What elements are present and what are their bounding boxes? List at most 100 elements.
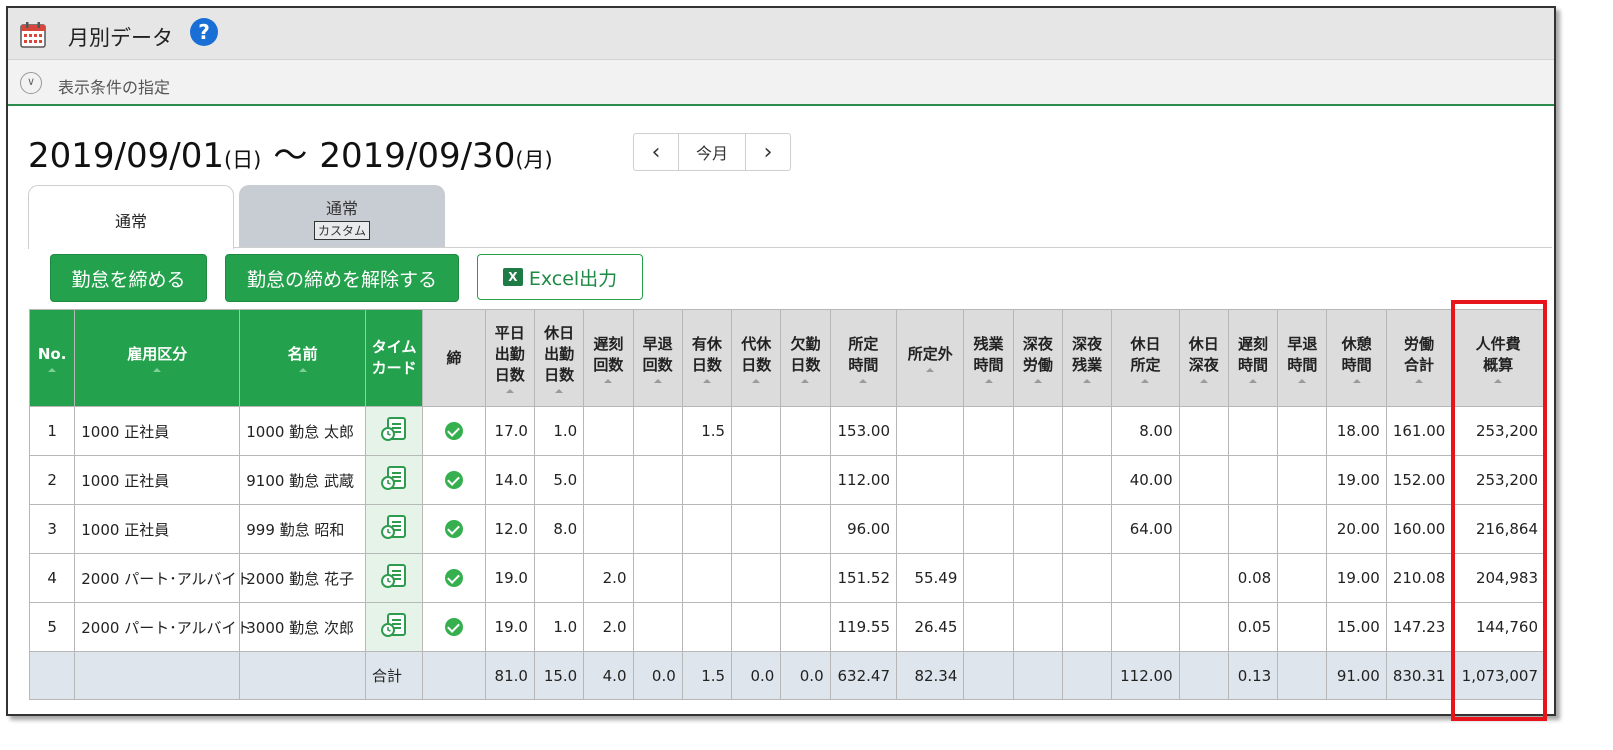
app-window: 月別データ ? ∨ 表示条件の指定 2019/09/01(日) ～ 2019/09/… — [6, 6, 1556, 721]
timecard-cell[interactable] — [364, 504, 424, 554]
table-cell — [1012, 455, 1063, 505]
column-header[interactable]: 休日 出勤 日数 — [533, 309, 585, 407]
column-header[interactable]: 早退 回数 — [632, 309, 683, 407]
table-cell: 19.00 — [1326, 455, 1387, 505]
total-cell — [422, 651, 486, 700]
table-row[interactable]: 2 1000 正社員 9100 勤怠 武蔵 14.0 5.0 112.00 40.00 19.… — [28, 455, 1545, 505]
column-header[interactable]: 遅刻 時間 — [1227, 309, 1279, 407]
current-month-button[interactable]: 今月 — [678, 134, 746, 170]
sort-arrow-icon[interactable] — [752, 378, 761, 383]
sort-arrow-icon[interactable] — [505, 389, 514, 393]
sort-arrow-icon[interactable] — [702, 378, 711, 383]
column-header[interactable]: No. — [28, 309, 76, 407]
timecard-icon[interactable] — [381, 465, 407, 495]
next-month-button[interactable]: › — [746, 134, 790, 170]
unclose-attendance-button[interactable]: 勤怠の締めを解除する — [225, 254, 459, 302]
timecard-icon[interactable] — [381, 612, 407, 642]
column-header[interactable]: 欠勤 日数 — [780, 309, 831, 407]
sort-arrow-icon[interactable] — [153, 368, 162, 372]
table-cell — [1012, 602, 1063, 652]
table-cell: 19.0 — [484, 553, 535, 603]
sort-arrow-icon[interactable] — [984, 378, 993, 383]
table-cell — [1178, 602, 1229, 652]
table-cell: 1000 正社員 — [74, 455, 241, 505]
total-cell: 0.13 — [1227, 651, 1279, 700]
sort-arrow-icon[interactable] — [1249, 378, 1258, 383]
column-header-label: 遅刻 回数 — [593, 334, 624, 374]
table-cell — [1178, 504, 1229, 554]
column-header[interactable]: 有休 日数 — [681, 309, 733, 407]
closed-status-cell — [422, 504, 486, 554]
sort-arrow-icon[interactable] — [653, 378, 662, 383]
column-header-label: 深夜 労働 — [1022, 334, 1053, 374]
sort-arrow-icon[interactable] — [859, 378, 868, 383]
monthly-data-table: No. 雇用区分 名前 タイム カード締平日 出勤 日数 休日 出勤 日数 遅刻 回数 早退… — [28, 309, 1545, 700]
column-header[interactable]: 深夜 残業 — [1061, 309, 1113, 407]
table-cell — [1277, 455, 1328, 505]
column-header[interactable]: 休日 深夜 — [1178, 309, 1229, 407]
tab-normal[interactable]: 通常 — [28, 185, 234, 249]
tab-divider — [28, 247, 1552, 248]
tab-normal-custom[interactable]: 通常 カスタム — [239, 185, 445, 247]
total-cell: 82.34 — [896, 651, 965, 700]
timecard-cell[interactable] — [364, 553, 424, 603]
timecard-cell[interactable] — [364, 455, 424, 505]
chevron-down-icon[interactable]: ∨ — [20, 72, 42, 94]
column-header[interactable]: 締 — [422, 309, 486, 407]
total-cell — [963, 651, 1014, 700]
table-cell: 1.5 — [681, 406, 733, 456]
table-row[interactable]: 1 1000 正社員 1000 勤怠 太郎 17.0 1.0 1.5 153.00 8.00 1… — [28, 406, 1545, 456]
column-header[interactable]: 遅刻 回数 — [583, 309, 634, 407]
timecard-cell[interactable] — [364, 406, 424, 456]
table-row[interactable]: 4 2000 パート･アルバイト 2000 勤怠 花子 19.0 2.0 151.52 55… — [28, 553, 1545, 603]
column-header[interactable]: 深夜 労働 — [1012, 309, 1063, 407]
filter-toggle-bar[interactable]: ∨ 表示条件の指定 — [8, 60, 1554, 106]
excel-export-button[interactable]: X Excel出力 — [477, 254, 643, 300]
column-header[interactable]: 早退 時間 — [1277, 309, 1328, 407]
close-attendance-button[interactable]: 勤怠を締める — [50, 254, 207, 302]
sort-arrow-icon[interactable] — [604, 378, 613, 383]
sort-arrow-icon[interactable] — [801, 378, 810, 383]
table-row[interactable]: 5 2000 パート･アルバイト 3000 勤怠 次郎 19.0 1.0 2.0 119.5… — [28, 602, 1545, 652]
table-cell — [632, 406, 683, 456]
column-header[interactable]: 所定 時間 — [829, 309, 898, 407]
table-row[interactable]: 3 1000 正社員 999 勤怠 昭和 12.0 8.0 96.00 64.00 20.00… — [28, 504, 1545, 554]
sort-arrow-icon[interactable] — [1298, 378, 1307, 383]
column-header[interactable]: タイム カード — [364, 309, 424, 407]
timecard-icon[interactable] — [381, 563, 407, 593]
column-header[interactable]: 労働 合計 — [1385, 309, 1453, 407]
column-header[interactable]: 平日 出勤 日数 — [484, 309, 535, 407]
table-cell: 0.08 — [1227, 553, 1279, 603]
table-cell — [1012, 504, 1063, 554]
column-header[interactable]: 雇用区分 — [74, 309, 241, 407]
column-header[interactable]: 代休 日数 — [731, 309, 782, 407]
help-icon[interactable]: ? — [190, 18, 218, 46]
column-header-label: 有休 日数 — [691, 334, 722, 374]
sort-arrow-icon[interactable] — [1415, 378, 1424, 383]
check-circle-icon — [444, 520, 463, 539]
prev-month-button[interactable]: ‹ — [634, 134, 678, 170]
timecard-cell[interactable] — [364, 602, 424, 652]
table-cell — [896, 406, 965, 456]
table-cell — [731, 504, 782, 554]
timecard-icon[interactable] — [381, 416, 407, 446]
sort-arrow-icon[interactable] — [1199, 378, 1208, 383]
sort-arrow-icon[interactable] — [555, 389, 564, 393]
start-weekday: (日) — [223, 148, 262, 172]
column-header[interactable]: 残業 時間 — [963, 309, 1014, 407]
timecard-icon[interactable] — [381, 514, 407, 544]
column-header[interactable]: 名前 — [239, 309, 366, 407]
sort-arrow-icon[interactable] — [1033, 378, 1042, 383]
column-header[interactable]: 所定外 — [896, 309, 965, 407]
sort-arrow-icon[interactable] — [1352, 378, 1361, 383]
table-cell: 8.0 — [533, 504, 585, 554]
sort-arrow-icon[interactable] — [298, 368, 307, 372]
sort-arrow-icon[interactable] — [1083, 378, 1092, 383]
table-cell — [963, 504, 1014, 554]
filter-label[interactable]: 表示条件の指定 — [58, 74, 170, 98]
column-header[interactable]: 休憩 時間 — [1326, 309, 1387, 407]
sort-arrow-icon[interactable] — [1141, 378, 1150, 383]
sort-arrow-icon[interactable] — [48, 368, 57, 372]
column-header[interactable]: 休日 所定 — [1111, 309, 1180, 407]
sort-arrow-icon[interactable] — [926, 368, 935, 372]
